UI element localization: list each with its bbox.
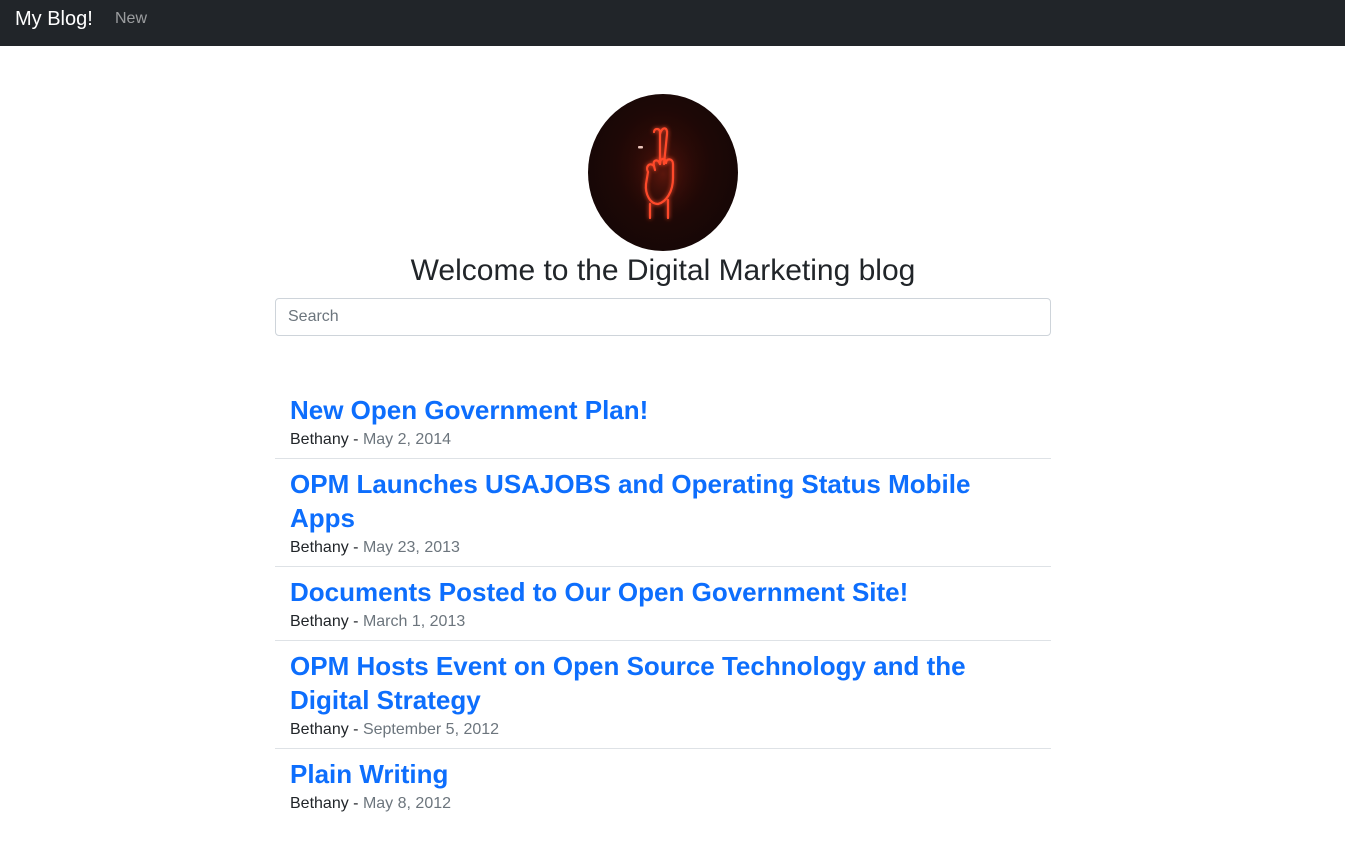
post-date: September 5, 2012 xyxy=(362,721,500,738)
post-date: May 23, 2013 xyxy=(362,539,460,556)
post-list: New Open Government Plan! Bethany - May … xyxy=(275,385,1051,822)
post-meta: Bethany - September 5, 2012 xyxy=(290,720,1036,740)
meta-separator: - xyxy=(353,795,359,812)
post-author: Bethany xyxy=(290,795,349,812)
post-title-link[interactable]: New Open Government Plan! xyxy=(290,393,1036,427)
post-author: Bethany xyxy=(290,539,349,556)
post-author: Bethany xyxy=(290,431,349,448)
post-date: March 1, 2013 xyxy=(362,613,466,630)
meta-separator: - xyxy=(353,431,359,448)
post-title-link[interactable]: OPM Hosts Event on Open Source Technolog… xyxy=(290,649,1036,717)
post-title-link[interactable]: Plain Writing xyxy=(290,757,1036,791)
list-item: Plain Writing Bethany - May 8, 2012 xyxy=(275,749,1051,822)
post-date: May 2, 2014 xyxy=(362,431,452,448)
meta-separator: - xyxy=(353,613,359,630)
post-meta: Bethany - May 23, 2013 xyxy=(290,538,1036,558)
list-item: OPM Launches USAJOBS and Operating Statu… xyxy=(275,459,1051,567)
list-item: OPM Hosts Event on Open Source Technolog… xyxy=(275,641,1051,749)
post-meta: Bethany - May 2, 2014 xyxy=(290,430,1036,450)
post-title-link[interactable]: OPM Launches USAJOBS and Operating Statu… xyxy=(290,467,1036,535)
post-author: Bethany xyxy=(290,613,349,630)
list-item: New Open Government Plan! Bethany - May … xyxy=(275,385,1051,459)
page-title: Welcome to the Digital Marketing blog xyxy=(410,254,916,287)
list-item: Documents Posted to Our Open Government … xyxy=(275,567,1051,641)
post-author: Bethany xyxy=(290,721,349,738)
post-title-link[interactable]: Documents Posted to Our Open Government … xyxy=(290,575,1036,609)
brand-link[interactable]: My Blog! xyxy=(15,7,93,31)
search-input[interactable] xyxy=(275,298,1051,336)
post-meta: Bethany - March 1, 2013 xyxy=(290,612,1036,632)
meta-separator: - xyxy=(353,721,359,738)
nav-link-new[interactable]: New xyxy=(115,9,147,29)
post-date: May 8, 2012 xyxy=(362,795,452,812)
post-meta: Bethany - May 8, 2012 xyxy=(290,794,1036,814)
meta-separator: - xyxy=(353,539,359,556)
neon-crossed-fingers-image xyxy=(588,94,738,251)
navbar: My Blog! New xyxy=(0,0,1345,46)
